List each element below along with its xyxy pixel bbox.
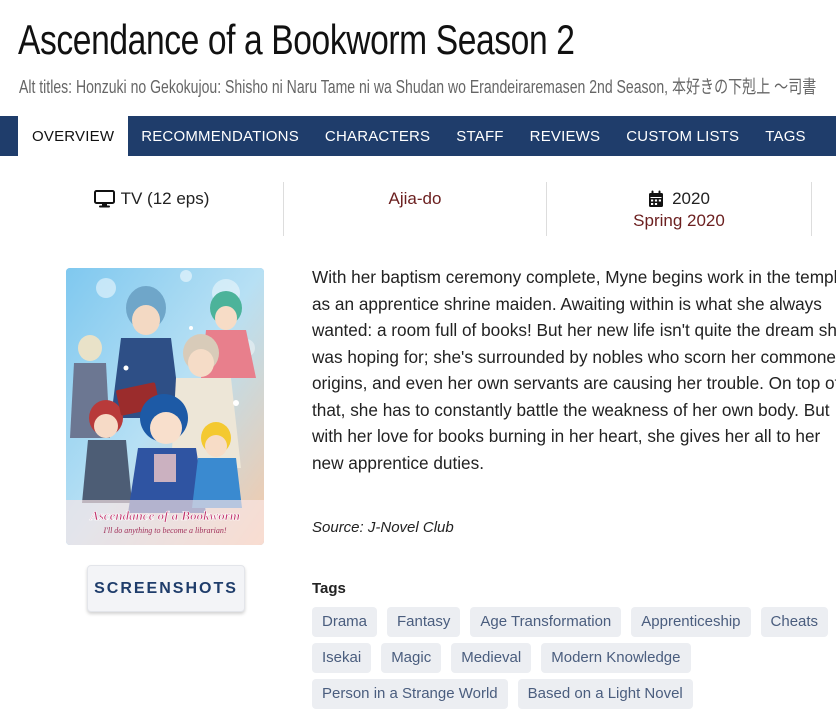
cover-title-text: Ascendance of a Bookworm bbox=[89, 508, 240, 523]
tag-medieval[interactable]: Medieval bbox=[451, 643, 532, 673]
calendar-icon bbox=[648, 190, 664, 208]
tag-apprenticeship[interactable]: Apprenticeship bbox=[631, 607, 751, 637]
year-link[interactable]: 2020 bbox=[672, 188, 710, 210]
tab-reviews[interactable]: REVIEWS bbox=[517, 116, 614, 156]
synopsis: With her baptism ceremony complete, Myne… bbox=[312, 267, 836, 473]
cover-subtitle-text: I'll do anything to become a librarian! bbox=[102, 526, 226, 535]
tag-isekai[interactable]: Isekai bbox=[312, 643, 372, 673]
tab-overview[interactable]: OVERVIEW bbox=[18, 116, 129, 156]
format-info: TV (12 eps) bbox=[20, 182, 283, 236]
tab-staff[interactable]: STAFF bbox=[443, 116, 516, 156]
tag-age-transformation[interactable]: Age Transformation bbox=[470, 607, 622, 637]
studio-info: Ajia-do bbox=[284, 182, 546, 236]
tags-heading: Tags bbox=[312, 580, 346, 597]
cover-image[interactable]: Ascendance of a Bookworm I'll do anythin… bbox=[66, 268, 264, 545]
tag-list: Drama Fantasy Age Transformation Apprent… bbox=[312, 607, 836, 709]
tag-based-on-a-light-novel[interactable]: Based on a Light Novel bbox=[517, 679, 693, 709]
source-credit: Source: J-Novel Club bbox=[312, 519, 454, 536]
tag-cheats[interactable]: Cheats bbox=[760, 607, 829, 637]
tag-drama[interactable]: Drama bbox=[312, 607, 378, 637]
format-label: TV (12 eps) bbox=[120, 189, 210, 208]
tab-nav: OVERVIEW RECOMMENDATIONS CHARACTERS STAF… bbox=[0, 116, 836, 156]
screenshots-button[interactable]: SCREENSHOTS bbox=[87, 565, 245, 612]
studio-link[interactable]: Ajia-do bbox=[389, 188, 442, 210]
divider bbox=[811, 182, 812, 236]
tag-fantasy[interactable]: Fantasy bbox=[387, 607, 461, 637]
tv-icon bbox=[93, 190, 115, 208]
tab-tags[interactable]: TAGS bbox=[752, 116, 819, 156]
tag-person-in-a-strange-world[interactable]: Person in a Strange World bbox=[312, 679, 508, 709]
season-link[interactable]: Spring 2020 bbox=[633, 210, 725, 232]
info-row: TV (12 eps) Ajia-do 2020 Spring 2020 bbox=[20, 182, 836, 236]
tab-recommendations[interactable]: RECOMMENDATIONS bbox=[128, 116, 312, 156]
alt-titles: Alt titles: Honzuki no Gekokujou: Shisho… bbox=[19, 77, 817, 97]
tag-magic[interactable]: Magic bbox=[381, 643, 442, 673]
tag-modern-knowledge[interactable]: Modern Knowledge bbox=[541, 643, 691, 673]
tab-characters[interactable]: CHARACTERS bbox=[312, 116, 443, 156]
date-info: 2020 Spring 2020 bbox=[547, 182, 811, 236]
page-title: Ascendance of a Bookworm Season 2 bbox=[18, 16, 575, 63]
tab-custom-lists[interactable]: CUSTOM LISTS bbox=[613, 116, 752, 156]
